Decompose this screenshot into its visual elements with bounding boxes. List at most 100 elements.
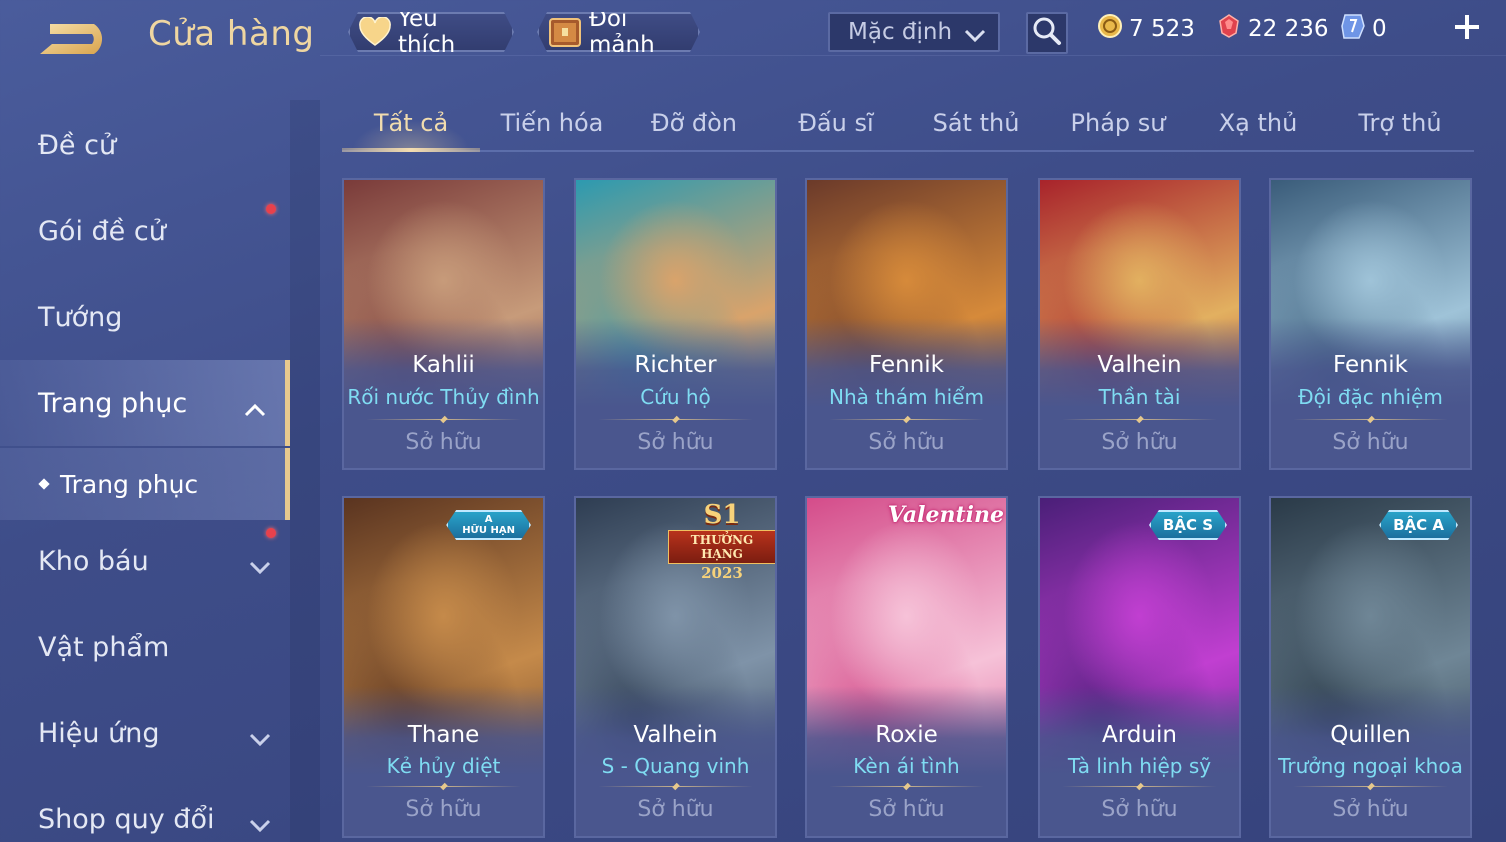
plus-icon[interactable] [1452,12,1482,42]
ticket-amount: 0 [1372,16,1387,42]
hero-name: Roxie [875,722,938,748]
hero-name: Fennik [869,352,944,378]
hero-name: Kahlii [412,352,475,378]
hero-name: Valhein [633,722,718,748]
sidebar-edge [290,100,320,842]
chevron-down-icon [248,552,272,575]
card-divider [829,415,984,424]
hero-name: Thane [407,722,480,748]
sidebar-item-label: Gói đề cử [38,215,166,247]
grade-badge: BẬC S [1149,510,1227,540]
skin-card[interactable]: Richter Cứu hộ Sở hữu [574,178,777,470]
sidebar-item-label: Vật phẩm [38,631,170,663]
card-divider [1062,782,1217,791]
tab-assassin[interactable]: Sát thủ [908,96,1044,150]
skin-card[interactable]: Fennik Nhà thám hiểm Sở hữu [805,178,1008,470]
sidebar-item-label: Trang phục [38,387,188,419]
chevron-down-icon [248,810,272,833]
skin-name: Rối nước Thủy đình [347,385,540,409]
tab-marksman[interactable]: Xạ thủ [1190,96,1326,150]
skin-name: Đội đặc nhiệm [1298,385,1443,409]
sidebar-item-recommended[interactable]: Đề cử [0,102,290,188]
shard-exchange-label: Đổi mảnh [589,6,655,58]
chevron-up-icon [243,394,267,417]
sidebar-item-label: Kho báu [38,545,149,577]
skin-card[interactable]: Valhein Thần tài Sở hữu [1038,178,1241,470]
skin-name: Kẻ hủy diệt [386,754,501,778]
card-divider [366,415,521,424]
owned-status: Sở hữu [1101,430,1178,455]
favorites-button[interactable]: Yêu thích [348,12,514,52]
sidebar: Đề cử Gói đề cử Tướng Trang phục Trang p… [0,100,290,842]
gold-amount: 7 523 [1129,16,1195,42]
owned-status: Sở hữu [1332,797,1409,822]
gold-coin-icon [1097,13,1123,45]
skin-card[interactable]: Kahlii Rối nước Thủy đình Sở hữu [342,178,545,470]
skin-name: S - Quang vinh [601,754,750,778]
sidebar-item-label: Tướng [38,301,123,333]
back-icon[interactable] [36,18,118,60]
sidebar-item-label: Hiệu ứng [38,717,160,749]
notification-dot [266,204,276,214]
skin-card[interactable]: BẬC S Arduin Tà linh hiệp sỹ Sở hữu [1038,496,1241,838]
sidebar-item-effects[interactable]: Hiệu ứng [0,690,290,776]
tab-tank[interactable]: Đỡ đòn [626,96,762,150]
ticket-icon [1340,12,1366,46]
tab-evolution[interactable]: Tiến hóa [484,96,620,150]
card-divider [366,782,521,791]
chevron-down-icon [964,24,986,43]
hero-name: Fennik [1333,352,1408,378]
favorites-label: Yêu thích [398,6,456,58]
skin-name: Tà linh hiệp sỹ [1067,754,1212,778]
valentine-tag: Valentine [887,502,1004,528]
header-divider [320,55,1506,56]
sidebar-item-label: Đề cử [38,129,117,161]
sidebar-subitem-skins[interactable]: Trang phục [0,448,290,520]
skin-name: Nhà thám hiểm [829,385,984,409]
tab-all[interactable]: Tất cả [342,96,480,152]
card-divider [598,415,753,424]
sidebar-item-label: Shop quy đổi [38,803,215,835]
skin-card[interactable]: S1 THƯỞNG HẠNG 2023 Valhein S - Quang vi… [574,496,777,838]
search-button[interactable] [1026,12,1068,54]
skin-card[interactable]: Fennik Đội đặc nhiệm Sở hữu [1269,178,1472,470]
sort-dropdown[interactable]: Mặc định [828,12,1000,52]
owned-status: Sở hữu [868,797,945,822]
notification-dot [266,528,276,538]
category-tabs: Tất cả Tiến hóa Đỡ đòn Đấu sĩ Sát thủ Ph… [342,96,1474,152]
hero-name: Valhein [1097,352,1182,378]
card-divider [1293,415,1448,424]
owned-status: Sở hữu [405,430,482,455]
sidebar-item-items[interactable]: Vật phẩm [0,604,290,690]
skin-name: Kèn ái tình [853,754,960,778]
chest-icon [547,15,583,49]
hero-name: Quillen [1330,722,1411,748]
sidebar-item-treasure[interactable]: Kho báu [0,518,290,604]
skin-card[interactable]: Valentine Roxie Kèn ái tình Sở hữu [805,496,1008,838]
card-divider [1062,415,1217,424]
search-icon [1032,16,1062,50]
voucher-gem-icon [1216,13,1242,45]
skin-name: Cứu hộ [640,385,711,409]
voucher-currency: 22 236 [1216,12,1328,46]
tab-support[interactable]: Trợ thủ [1332,96,1468,150]
skin-card[interactable]: BẬC A Quillen Trưởng ngoại khoa Sở hữu [1269,496,1472,838]
tab-fighter[interactable]: Đấu sĩ [768,96,904,150]
sidebar-item-heroes[interactable]: Tướng [0,274,290,360]
shard-exchange-button[interactable]: Đổi mảnh [537,12,700,52]
owned-status: Sở hữu [1101,797,1178,822]
hero-name: Arduin [1102,722,1177,748]
ticket-currency: 0 [1340,12,1387,46]
sidebar-item-skins[interactable]: Trang phục [0,360,290,446]
skin-card[interactable]: A HỮU HẠN Thane Kẻ hủy diệt Sở hữu [342,496,545,838]
tab-mage[interactable]: Pháp sư [1050,96,1186,150]
sort-value: Mặc định [848,19,953,45]
owned-status: Sở hữu [1332,430,1409,455]
sidebar-item-exchange-shop[interactable]: Shop quy đổi [0,776,290,842]
limited-grade-badge: A HỮU HẠN [446,510,531,540]
sidebar-item-bundles[interactable]: Gói đề cử [0,188,290,274]
owned-status: Sở hữu [868,430,945,455]
top-bar: Cửa hàng Yêu thích Đổi mảnh Mặc định 7 5… [0,0,1506,80]
owned-status: Sở hữu [405,797,482,822]
gold-currency: 7 523 [1097,12,1195,46]
